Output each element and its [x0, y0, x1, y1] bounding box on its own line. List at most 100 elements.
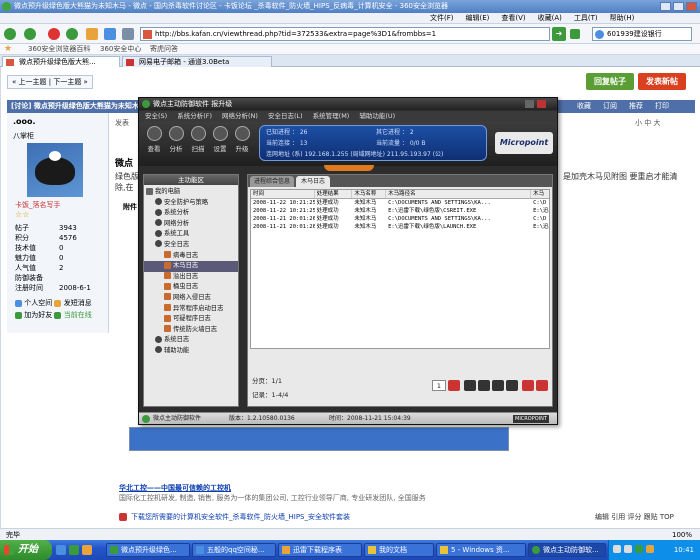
tray-antivirus-icon[interactable] [635, 545, 643, 553]
col-time[interactable]: 时间 [251, 190, 315, 198]
dmenu-sysmgmt[interactable]: 系统管理(M) [313, 111, 350, 122]
forward-icon[interactable] [24, 28, 36, 40]
thread-print-link[interactable]: 打印 [655, 100, 669, 113]
table-row[interactable]: 2008-11-22 10:21:25 处理成功 未知木马 C:\DOCUMENTS … [251, 199, 549, 207]
start-button[interactable]: 开始 [0, 540, 52, 560]
tool-scan[interactable]: 扫描 [189, 126, 207, 153]
fav-360-baike[interactable]: 360安全浏览器百科 [28, 44, 90, 55]
thread-recommend-link[interactable]: 推荐 [629, 100, 643, 113]
export-log-icon[interactable] [536, 380, 548, 391]
task-browser[interactable]: 微点预升级绿色... [106, 543, 190, 557]
link-add-friend[interactable]: 加为好友 [24, 311, 52, 319]
tree-item[interactable]: 异常程序启动日志 [144, 304, 238, 315]
tree-item[interactable]: 辅助功能 [144, 346, 238, 357]
quicklaunch-desktop-icon[interactable] [69, 545, 79, 555]
task-explorer[interactable]: 5 - Windows 资... [436, 543, 526, 557]
tree-item[interactable]: 安全日志 [144, 240, 238, 251]
tree-item[interactable]: 系统分析 [144, 208, 238, 219]
go-button[interactable]: ➜ [552, 27, 566, 41]
menu-view[interactable]: 查看(V) [501, 13, 525, 24]
tree-item[interactable]: 网络分析 [144, 219, 238, 230]
tool-upgrade[interactable]: 升级 [233, 126, 251, 153]
tree-item[interactable]: 传统防火墙日志 [144, 325, 238, 336]
col-name[interactable]: 木马名称 [352, 190, 387, 198]
task-micropoint[interactable]: 微点主动防御软... [528, 543, 606, 557]
menu-edit[interactable]: 编辑(E) [466, 13, 490, 24]
tree-item[interactable]: 我的电脑 [144, 187, 238, 198]
new-post-button[interactable]: 发表新帖 [638, 73, 686, 90]
tray-volume-icon[interactable] [624, 545, 632, 553]
table-row[interactable]: 2008-11-21 20:01:26 处理成功 未知木马 C:\DOCUMENTS … [251, 215, 549, 223]
quicklaunch-ie-icon[interactable] [56, 545, 66, 555]
first-page-icon[interactable] [464, 380, 476, 391]
font-size-controls[interactable]: 小 中 大 [635, 118, 660, 128]
home-icon[interactable] [86, 28, 98, 40]
last-page-icon[interactable] [506, 380, 518, 391]
menu-favorites[interactable]: 收藏(A) [538, 13, 562, 24]
tree-item[interactable]: 溢出日志 [144, 272, 238, 283]
quicklaunch-media-icon[interactable] [82, 545, 92, 555]
tree-item[interactable]: 系统日志 [144, 335, 238, 346]
tree-item[interactable]: 网络入侵日志 [144, 293, 238, 304]
dialog-minimize-button[interactable] [525, 100, 534, 108]
download-link[interactable]: 下载您所需要的计算机安全软件_杀毒软件_防火墙_HIPS_安全软件套装 [131, 512, 350, 522]
tree-item[interactable]: 系统工具 [144, 229, 238, 240]
tool-view[interactable]: 查看 [145, 126, 163, 153]
dmenu-security[interactable]: 安全(S) [145, 111, 167, 122]
reply-button[interactable]: 回复帖子 [586, 73, 634, 90]
tree-item[interactable]: 安全防护与策略 [144, 198, 238, 209]
menu-tools[interactable]: 工具(T) [574, 13, 598, 24]
menu-help[interactable]: 帮助(H) [610, 13, 635, 24]
table-row[interactable]: 2008-11-21 20:01:26 处理成功 未知木马 E:\迅雷下载\绿色版\L… [251, 223, 549, 231]
tab-mail[interactable]: 网易电子邮箱 - 通道3.0Beta [122, 56, 272, 67]
table-row[interactable]: 2008-11-22 10:21:25 处理成功 未知木马 E:\迅雷下载\绿色版\C… [251, 207, 549, 215]
tab-process-info[interactable]: 进程综合信息 [250, 176, 294, 187]
dialog-close-button[interactable] [537, 100, 546, 108]
stop-icon[interactable] [48, 28, 60, 40]
tab-forum[interactable]: 微点预升级绿色版大熊... [2, 56, 120, 67]
favorites-star-icon[interactable]: ★ [4, 44, 12, 55]
security-shield-icon[interactable] [570, 29, 580, 39]
dmenu-aux[interactable]: 辅助功能(U) [359, 111, 395, 122]
thread-nav-links[interactable]: « 上一主题 | 下一主题 » [12, 78, 88, 86]
refresh-icon[interactable] [66, 28, 78, 40]
menu-file[interactable]: 文件(F) [430, 13, 454, 24]
tree-item[interactable]: 病毒日志 [144, 251, 238, 262]
tool-analyze[interactable]: 分析 [167, 126, 185, 153]
col-extra[interactable]: 木马 [531, 190, 549, 198]
maximize-button[interactable] [673, 2, 684, 11]
next-page-icon[interactable] [492, 380, 504, 391]
close-button[interactable] [686, 2, 697, 11]
link-online[interactable]: 当前在线 [64, 311, 92, 319]
tool-settings[interactable]: 设置 [211, 126, 229, 153]
tree-item[interactable]: 桶虫日志 [144, 282, 238, 293]
link-personal-space[interactable]: 个人空间 [24, 299, 52, 307]
go-page-icon[interactable] [448, 380, 460, 391]
tools-icon[interactable] [122, 28, 134, 40]
tree-item[interactable]: 木马日志 [144, 261, 238, 272]
delete-log-icon[interactable] [522, 380, 534, 391]
thread-subscribe-link[interactable]: 订阅 [603, 100, 617, 113]
task-qq[interactable]: 五般的qq空间秘... [192, 543, 276, 557]
ad-title-link[interactable]: 华北工控——中国最可信赖的工控机 [119, 483, 231, 493]
address-bar[interactable]: http://bbs.kafan.cn/viewthread.php?tid=3… [140, 27, 550, 41]
dmenu-sysanalysis[interactable]: 系统分析(F) [177, 111, 212, 122]
minimize-button[interactable] [660, 2, 671, 11]
fav-jihu-wenda[interactable]: 寄虎问答 [150, 44, 178, 55]
username[interactable]: .ooo. [13, 117, 36, 126]
task-mydocs[interactable]: 我的文档 [364, 543, 434, 557]
restore-icon[interactable] [104, 28, 116, 40]
task-xunlei[interactable]: 迅雷下载程序表 [278, 543, 362, 557]
dmenu-netanalysis[interactable]: 网络分析(N) [222, 111, 258, 122]
dmenu-seclog[interactable]: 安全日志(L) [268, 111, 303, 122]
attached-screenshot[interactable] [129, 427, 509, 451]
tab-trojan-log[interactable]: 木马日志 [296, 176, 330, 187]
tray-qq-icon[interactable] [646, 545, 654, 553]
fav-360-center[interactable]: 360安全中心 [100, 44, 141, 55]
link-send-message[interactable]: 发短消息 [64, 299, 92, 307]
tray-network-icon[interactable] [613, 545, 621, 553]
post-tools[interactable]: 编辑 引用 评分 跟贴 TOP [595, 512, 674, 522]
page-number-input[interactable]: 1 [432, 380, 446, 391]
col-result[interactable]: 处理结果 [315, 190, 353, 198]
back-icon[interactable] [4, 28, 16, 40]
